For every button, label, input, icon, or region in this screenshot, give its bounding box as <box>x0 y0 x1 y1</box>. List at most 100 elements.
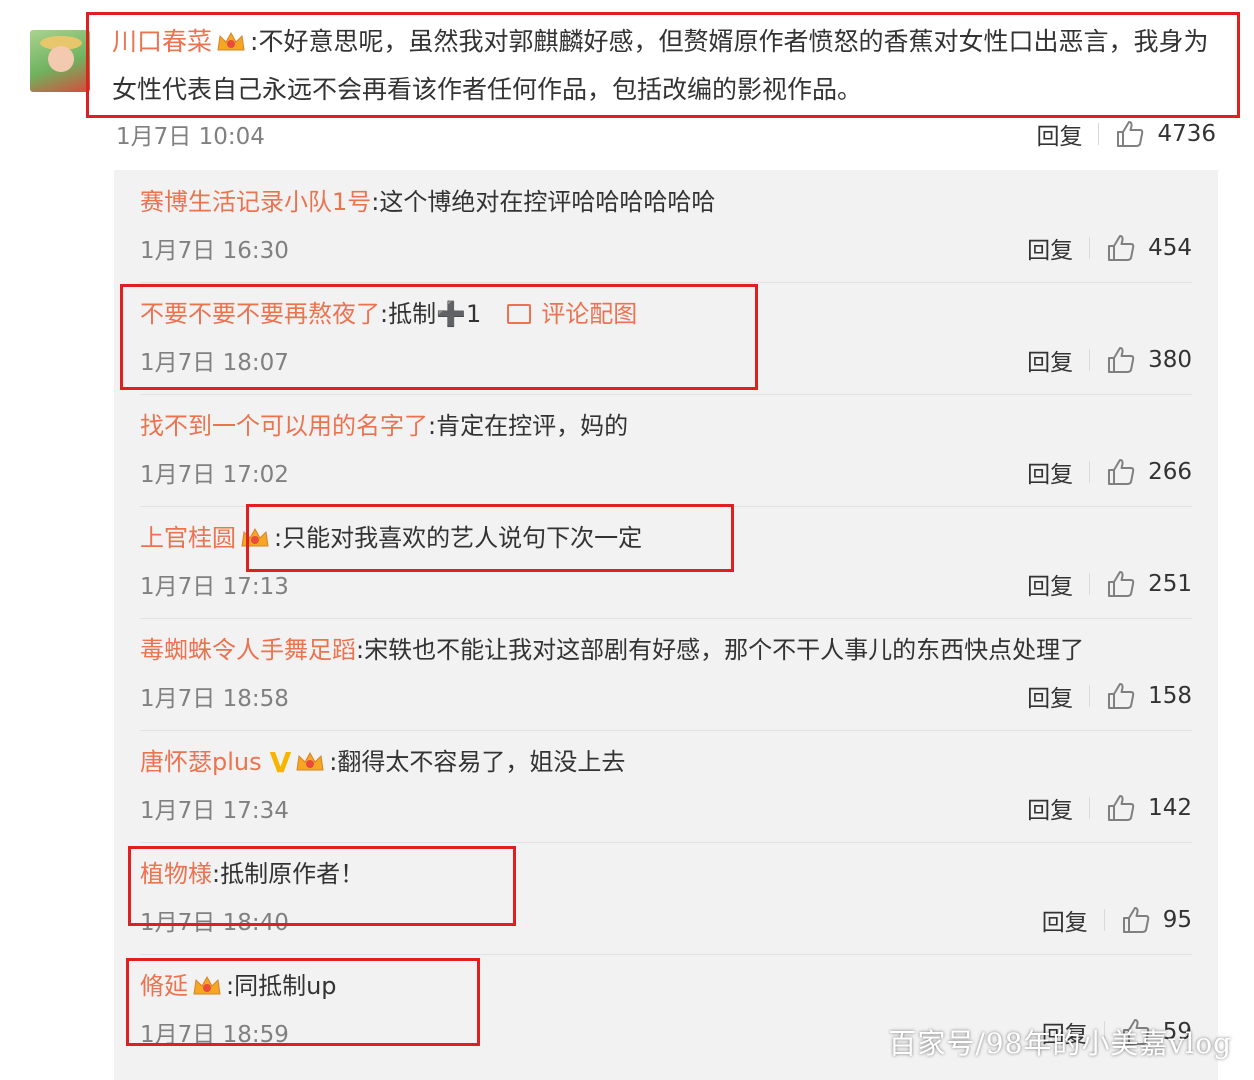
reply-content: 脩延:同抵制up <box>140 966 337 1006</box>
reply-text: 肯定在控评，妈的 <box>436 412 629 440</box>
reply-username[interactable]: 找不到一个可以用的名字了 <box>140 412 428 440</box>
reply-content: 不要不要不要再熬夜了:抵制➕1 评论配图 <box>140 294 637 334</box>
reply-meta: 1月7日 18:07 回复 380 <box>140 340 1192 380</box>
plus-emoji-icon: ➕ <box>436 300 466 328</box>
reply-actions: 回复 380 <box>1027 343 1192 377</box>
reply-time: 1月7日 16:30 <box>140 238 289 264</box>
reply-actions: 回复 142 <box>1027 791 1192 825</box>
reply-button[interactable]: 回复 <box>1036 117 1082 151</box>
reply-username[interactable]: 脩延 <box>140 972 188 1000</box>
reply-content: 植物様:抵制原作者！ <box>140 854 364 894</box>
reply-text-suffix: 1 <box>465 300 482 328</box>
reply-meta: 1月7日 16:30 回复 454 <box>140 228 1192 268</box>
like-count: 251 <box>1148 571 1192 597</box>
reply-item: 植物様:抵制原作者！ 1月7日 18:40 回复 95 <box>140 842 1192 955</box>
reply-meta: 1月7日 17:34 回复 142 <box>140 788 1192 828</box>
reply-item: 不要不要不要再熬夜了:抵制➕1 评论配图 1月7日 18:07 回复 380 <box>140 282 1192 395</box>
like-count: 142 <box>1148 795 1192 821</box>
like-count: 95 <box>1162 907 1192 933</box>
reply-time: 1月7日 18:58 <box>140 686 289 712</box>
divider <box>1103 909 1105 931</box>
like-count: 158 <box>1148 683 1192 709</box>
reply-username[interactable]: 赛博生活记录小队1号 <box>140 188 371 216</box>
reply-text: 宋轶也不能让我对这部剧有好感，那个不干人事儿的东西快点处理了 <box>364 636 1085 664</box>
like-count: 454 <box>1148 235 1192 261</box>
reply-button[interactable]: 回复 <box>1027 231 1073 265</box>
vip-crown-icon <box>193 975 221 995</box>
reply-time: 1月7日 18:07 <box>140 350 289 376</box>
reply-actions: 回复 454 <box>1027 231 1192 265</box>
reply-username[interactable]: 植物様 <box>140 860 212 888</box>
reply-separator: : <box>356 636 365 664</box>
main-comment-meta: 1月7日 10:04 回复 4736 <box>116 114 1216 154</box>
reply-text: 翻得太不容易了，姐没上去 <box>337 748 626 776</box>
comment-text: 不好意思呢，虽然我对郭麒麟好感，但赘婿原作者愤怒的香蕉对女性口出恶言，我身为女性… <box>112 27 1209 104</box>
reply-button[interactable]: 回复 <box>1027 455 1073 489</box>
divider <box>1089 237 1091 259</box>
reply-time: 1月7日 18:59 <box>140 1022 289 1048</box>
reply-meta: 1月7日 18:40 回复 95 <box>140 900 1192 940</box>
divider <box>1089 461 1091 483</box>
reply-actions: 回复 251 <box>1027 567 1192 601</box>
reply-button[interactable]: 回复 <box>1027 343 1073 377</box>
like-count: 266 <box>1148 459 1192 485</box>
reply-item: 上官桂圆:只能对我喜欢的艺人说句下次一定 1月7日 17:13 回复 251 <box>140 506 1192 619</box>
reply-time: 1月7日 18:40 <box>140 910 289 936</box>
like-count: 380 <box>1148 347 1192 373</box>
reply-time: 1月7日 17:02 <box>140 462 289 488</box>
reply-actions: 回复 158 <box>1027 679 1192 713</box>
comment-picture-link[interactable]: 评论配图 <box>507 300 637 328</box>
thumbs-up-icon[interactable] <box>1106 345 1136 375</box>
divider <box>1089 797 1091 819</box>
thumbs-up-icon[interactable] <box>1106 457 1136 487</box>
reply-username[interactable]: 唐怀瑟plus <box>140 748 262 776</box>
divider <box>1089 573 1091 595</box>
avatar[interactable] <box>30 30 90 92</box>
reply-username[interactable]: 毒蜘蛛令人手舞足蹈 <box>140 636 356 664</box>
thumbs-up-icon[interactable] <box>1106 793 1136 823</box>
reply-item: 毒蜘蛛令人手舞足蹈:宋轶也不能让我对这部剧有好感，那个不干人事儿的东西快点处理了… <box>140 618 1192 731</box>
reply-content: 毒蜘蛛令人手舞足蹈:宋轶也不能让我对这部剧有好感，那个不干人事儿的东西快点处理了 <box>140 630 1084 670</box>
avatar-face <box>48 46 74 72</box>
vip-crown-icon <box>296 751 324 771</box>
reply-separator: : <box>212 860 221 888</box>
reply-time: 1月7日 17:13 <box>140 574 289 600</box>
reply-separator: : <box>274 524 283 552</box>
reply-button[interactable]: 回复 <box>1027 567 1073 601</box>
thumbs-up-icon[interactable] <box>1115 119 1145 149</box>
comment-picture-label: 评论配图 <box>541 300 638 328</box>
main-comment: 川口春菜:不好意思呢，虽然我对郭麒麟好感，但赘婿原作者愤怒的香蕉对女性口出恶言，… <box>112 18 1222 114</box>
divider <box>1089 685 1091 707</box>
reply-button[interactable]: 回复 <box>1027 791 1073 825</box>
reply-content: 赛博生活记录小队1号:这个博绝对在控评哈哈哈哈哈哈 <box>140 182 715 222</box>
thumbs-up-icon[interactable] <box>1106 569 1136 599</box>
reply-separator: : <box>428 412 437 440</box>
reply-button[interactable]: 回复 <box>1027 679 1073 713</box>
vip-crown-icon <box>217 31 245 51</box>
reply-text: 抵制原作者！ <box>220 860 365 888</box>
reply-text: 抵制 <box>388 300 437 328</box>
thumbs-up-icon[interactable] <box>1106 233 1136 263</box>
comment-time: 1月7日 10:04 <box>116 124 265 150</box>
reply-text: 这个博绝对在控评哈哈哈哈哈哈 <box>379 188 716 216</box>
reply-time: 1月7日 17:34 <box>140 798 289 824</box>
reply-meta: 1月7日 18:58 回复 158 <box>140 676 1192 716</box>
divider <box>1089 349 1091 371</box>
reply-content: 找不到一个可以用的名字了:肯定在控评，妈的 <box>140 406 628 446</box>
reply-item: 唐怀瑟plus V:翻得太不容易了，姐没上去 1月7日 17:34 回复 142 <box>140 730 1192 843</box>
reply-username[interactable]: 上官桂圆 <box>140 524 236 552</box>
reply-content: 唐怀瑟plus V:翻得太不容易了，姐没上去 <box>140 742 625 783</box>
picture-icon <box>507 304 532 324</box>
reply-username[interactable]: 不要不要不要再熬夜了 <box>140 300 380 328</box>
reply-button[interactable]: 回复 <box>1042 903 1088 937</box>
replies-panel: 赛博生活记录小队1号:这个博绝对在控评哈哈哈哈哈哈 1月7日 16:30 回复 … <box>114 170 1218 1080</box>
comment-actions: 回复 4736 <box>1036 117 1216 151</box>
reply-text: 只能对我喜欢的艺人说句下次一定 <box>282 524 643 552</box>
thumbs-up-icon[interactable] <box>1106 681 1136 711</box>
comment-username[interactable]: 川口春菜 <box>112 27 212 56</box>
reply-separator: : <box>380 300 389 328</box>
thumbs-up-icon[interactable] <box>1121 905 1151 935</box>
reply-separator: : <box>226 972 235 1000</box>
divider <box>1098 123 1100 145</box>
verified-v-icon: V <box>269 746 292 779</box>
